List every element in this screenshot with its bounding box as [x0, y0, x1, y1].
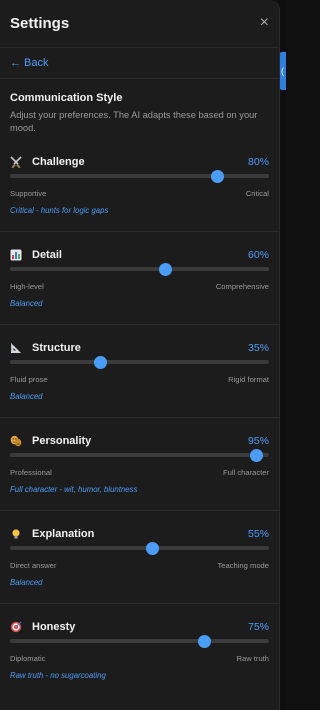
back-button[interactable]: ← Back: [10, 57, 49, 69]
challenge-slider[interactable]: [10, 170, 269, 183]
slider-thumb[interactable]: [210, 170, 224, 183]
setting-label: Structure: [32, 342, 81, 354]
slider-min-label: Diplomatic: [10, 654, 46, 663]
theater-masks-icon: [10, 435, 22, 447]
slider-min-label: Professional: [10, 468, 52, 477]
personality-slider[interactable]: [10, 449, 269, 462]
slider-min-label: Supportive: [10, 189, 47, 198]
slider-min-label: High-level: [10, 282, 44, 291]
setting-note: Raw truth - no sugarcoating: [10, 671, 106, 680]
setting-value: 80%: [247, 156, 269, 168]
setting-detail: Detail 60% High-level Comprehensive Bala…: [0, 232, 279, 325]
slider-track[interactable]: [10, 267, 269, 271]
setting-note: Critical - hunts for logic gaps: [10, 206, 109, 215]
setting-personality: Personality 95% Professional Full charac…: [0, 418, 279, 511]
setting-label: Explanation: [32, 528, 95, 540]
close-icon[interactable]: ×: [260, 14, 269, 31]
setting-structure: Structure 35% Fluid prose Rigid format B…: [0, 325, 279, 418]
slider-track[interactable]: [10, 639, 269, 643]
slider-thumb[interactable]: [249, 449, 263, 462]
setting-label: Personality: [32, 435, 92, 447]
setting-value: 35%: [247, 342, 269, 354]
slider-max-label: Rigid format: [228, 375, 269, 384]
section-title: Communication Style: [10, 92, 123, 104]
light-bulb-icon: [10, 528, 22, 540]
target-icon: [10, 621, 22, 633]
setting-label: Honesty: [32, 621, 76, 633]
setting-note: Balanced: [10, 392, 43, 401]
panel-title: Settings: [10, 15, 70, 32]
setting-value: 55%: [247, 528, 269, 540]
slider-track[interactable]: [10, 546, 269, 550]
setting-note: Full character - wit, humor, bluntness: [10, 485, 138, 494]
slider-min-label: Direct answer: [10, 561, 57, 570]
triangular-ruler-icon: [10, 342, 22, 354]
setting-label: Detail: [32, 249, 62, 261]
slider-max-label: Raw truth: [236, 654, 270, 663]
setting-note: Balanced: [10, 578, 43, 587]
slider-max-label: Full character: [222, 468, 269, 477]
explanation-slider[interactable]: [10, 542, 269, 555]
structure-slider[interactable]: [10, 356, 269, 369]
slider-max-label: Comprehensive: [215, 282, 269, 291]
slider-thumb[interactable]: [158, 263, 172, 276]
background-accent-text: (: [281, 66, 284, 76]
slider-track[interactable]: [10, 453, 269, 457]
back-row: ← Back: [0, 48, 279, 79]
setting-value: 95%: [247, 435, 269, 447]
detail-slider[interactable]: [10, 263, 269, 276]
crossed-swords-icon: [10, 156, 22, 168]
bar-chart-icon: [10, 249, 22, 261]
setting-label: Challenge: [32, 156, 85, 168]
slider-max-label: Teaching mode: [217, 561, 269, 570]
slider-min-label: Fluid prose: [10, 375, 48, 384]
panel-header: Settings ×: [0, 0, 279, 48]
setting-value: 75%: [247, 621, 269, 633]
setting-note: Balanced: [10, 299, 43, 308]
slider-thumb[interactable]: [197, 635, 211, 648]
slider-track[interactable]: [10, 360, 269, 364]
slider-thumb[interactable]: [94, 356, 108, 369]
slider-thumb[interactable]: [145, 542, 159, 555]
section-description: Adjust your preferences. The AI adapts t…: [10, 110, 258, 133]
honesty-slider[interactable]: [10, 635, 269, 648]
setting-challenge: Challenge 80% Supportive Critical Critic…: [0, 139, 279, 232]
setting-value: 60%: [247, 249, 269, 261]
slider-track[interactable]: [10, 174, 269, 178]
setting-explanation: Explanation 55% Direct answer Teaching m…: [0, 511, 279, 604]
slider-max-label: Critical: [245, 189, 269, 198]
setting-honesty: Honesty 75% Diplomatic Raw truth Raw tru…: [0, 604, 279, 697]
settings-panel: Settings × ← Back Communication Style Ad…: [0, 0, 280, 710]
